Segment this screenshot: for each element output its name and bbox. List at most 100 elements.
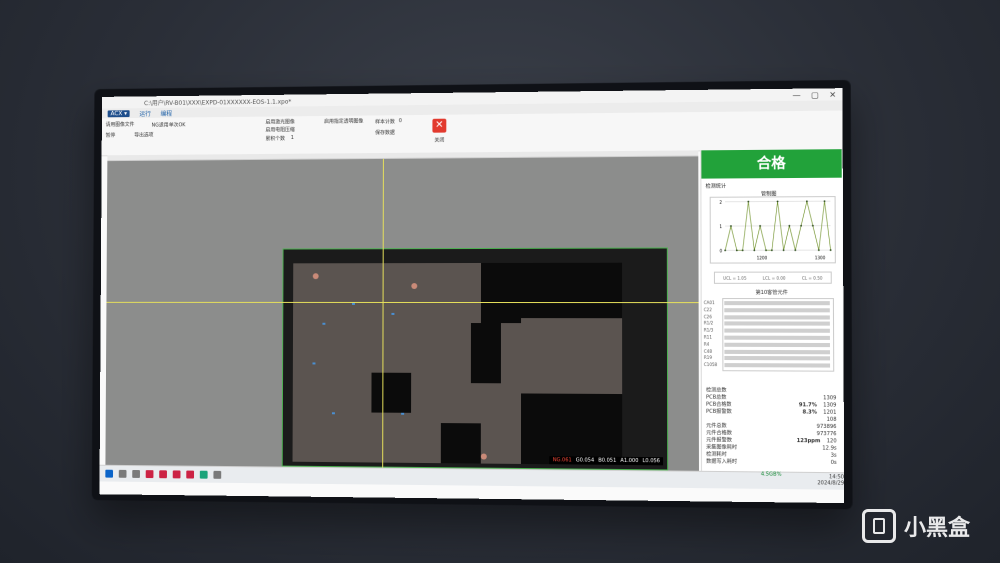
rank-label: C26 xyxy=(703,313,712,319)
rank-label: R11 xyxy=(703,334,712,340)
stat-value: 3s xyxy=(830,452,837,459)
rank-title: 第10客管元件 xyxy=(755,289,788,297)
export-button[interactable]: 导出选项 xyxy=(134,131,153,138)
task-view-icon[interactable] xyxy=(132,469,140,478)
pcb-component xyxy=(322,322,326,325)
windows-start-icon[interactable] xyxy=(105,469,114,478)
rank-bar xyxy=(724,363,831,368)
rank-bar xyxy=(724,314,830,320)
data-point xyxy=(765,249,767,252)
system-tray-clock[interactable]: 14:50 2024/8/29 xyxy=(817,474,845,487)
coord-a: A1.000 xyxy=(620,457,639,465)
stat-value: 1201 xyxy=(823,409,837,416)
data-point xyxy=(741,249,744,252)
y-tick-label: 1 xyxy=(719,224,722,229)
edge-browser-icon[interactable] xyxy=(199,470,208,479)
stat-value: 1309 xyxy=(823,402,837,409)
memory-indicator: 4.5GB% xyxy=(760,471,782,478)
pcb-component xyxy=(312,362,316,365)
pcb-cutout xyxy=(520,393,623,465)
transparent-image-checkbox[interactable]: 启用指定透明图像 xyxy=(324,118,363,125)
maximize-icon[interactable]: ▢ xyxy=(811,90,819,99)
heybox-logo-icon xyxy=(861,509,896,543)
close-program-icon[interactable]: ✕ xyxy=(432,118,447,133)
rank-bar xyxy=(724,349,830,354)
stat-row: 数据写入耗时 0s xyxy=(706,459,837,467)
data-point xyxy=(788,224,791,227)
stat-value: 120 xyxy=(826,438,837,445)
file-button[interactable]: 请用图像文件 xyxy=(106,121,135,128)
window-title: C:\用户\RV-B01\XXX\EXPD-01XXXXXX-EOS-1.1.x… xyxy=(144,98,292,107)
pass-banner: 合格 xyxy=(701,149,842,179)
data-point xyxy=(811,224,814,227)
app-icon[interactable] xyxy=(172,470,181,479)
rank-bar xyxy=(724,356,831,361)
pcb-cutout xyxy=(440,423,481,464)
chart-legend: UCL = 1.05 LCL = 0.00 CL = 0.50 xyxy=(713,271,832,284)
pcb-frame[interactable]: NG.061 G0.054 B0.051 A1.000 L0.056 xyxy=(281,247,669,471)
control-chart: 2 1 0 1200 1300 xyxy=(709,196,836,264)
rank-label: C1058 xyxy=(703,362,718,368)
rank-label: R1/3 xyxy=(703,327,714,333)
search-icon[interactable] xyxy=(118,469,127,478)
data-point xyxy=(782,249,785,252)
legend-lcl: LCL = 0.00 xyxy=(762,275,786,281)
pause-button[interactable]: 暂停 xyxy=(106,132,116,139)
sample-count-value[interactable]: 0 xyxy=(399,118,402,124)
data-point xyxy=(800,224,803,227)
stats-table: 检测总数 PCB总数 1309 PCB合格数 91.7% 1309 PCB报警数 8.3% 1… xyxy=(706,387,837,467)
rank-bar xyxy=(724,321,830,327)
rank-label: R1/2 xyxy=(703,320,714,326)
watermark: 小黑盒 xyxy=(861,509,970,543)
rank-bar xyxy=(724,342,830,347)
image-canvas[interactable]: NG.061 G0.054 B0.051 A1.000 L0.056 xyxy=(105,156,699,471)
monitor-screen: C:\用户\RV-B01\XXX\EXPD-01XXXXXX-EOS-1.1.x… xyxy=(99,88,845,504)
app-icon[interactable] xyxy=(145,470,154,479)
stat-label: 数据写入耗时 xyxy=(706,458,738,466)
tab-run[interactable]: 运行 xyxy=(139,109,151,117)
trend-title: 检测统计 xyxy=(705,183,727,190)
pcb-cutout xyxy=(470,323,501,384)
app-icon[interactable] xyxy=(159,470,167,479)
sample-count-label: 样本计数 xyxy=(375,119,395,126)
watermark-text: 小黑盒 xyxy=(903,516,970,541)
tray-date: 2024/8/29 xyxy=(817,480,845,487)
rank-label: R4 xyxy=(703,341,710,347)
close-icon[interactable]: ✕ xyxy=(829,90,836,99)
result-panel: 合格 检测统计 管制图 2 1 0 1200 1300 UCL = 1.05 LCL =… xyxy=(700,149,844,479)
stat-percent: 8.3% xyxy=(802,409,817,416)
app-icon[interactable] xyxy=(186,470,195,479)
data-point xyxy=(724,249,727,252)
y-tick-label: 0 xyxy=(719,248,722,253)
stat-label: PCB报警数 xyxy=(706,408,732,416)
app-menu-button[interactable]: ACX ▾ xyxy=(107,109,130,117)
data-point xyxy=(829,249,832,252)
legend-ucl: UCL = 1.05 xyxy=(723,275,747,281)
data-point xyxy=(753,249,756,252)
pcb-pad xyxy=(480,453,487,460)
ng-label: NG适用 xyxy=(151,122,169,129)
data-point xyxy=(776,200,779,203)
minimize-icon[interactable]: — xyxy=(792,91,800,100)
stat-value: 108 xyxy=(826,416,837,423)
data-point xyxy=(794,249,797,252)
coordinate-readout: NG.061 G0.054 B0.051 A1.000 L0.056 xyxy=(549,456,664,466)
rank-bar xyxy=(724,328,830,333)
ng-mode-select[interactable]: 单次OK xyxy=(169,121,186,128)
rank-bar xyxy=(724,301,830,306)
data-point xyxy=(759,224,762,227)
coord-b: B0.051 xyxy=(598,457,617,464)
pcb-cutout xyxy=(511,262,623,319)
data-point xyxy=(817,249,820,252)
laser-image-checkbox[interactable]: 启用激光图像 xyxy=(266,118,295,125)
pcb-component xyxy=(401,412,405,415)
data-point xyxy=(735,249,738,252)
rank-label: CA01 xyxy=(703,300,715,306)
save-data-button[interactable]: 保存数据 xyxy=(375,129,395,136)
tab-program[interactable]: 编程 xyxy=(160,108,172,117)
resistor-compress-checkbox[interactable]: 启用电阻压缩 xyxy=(265,126,294,133)
folder-icon[interactable] xyxy=(213,470,222,479)
accumulate-value[interactable]: 1 xyxy=(291,135,294,141)
window-controls: — ▢ ✕ xyxy=(792,90,836,100)
x-tick-label: 1200 xyxy=(757,255,768,260)
